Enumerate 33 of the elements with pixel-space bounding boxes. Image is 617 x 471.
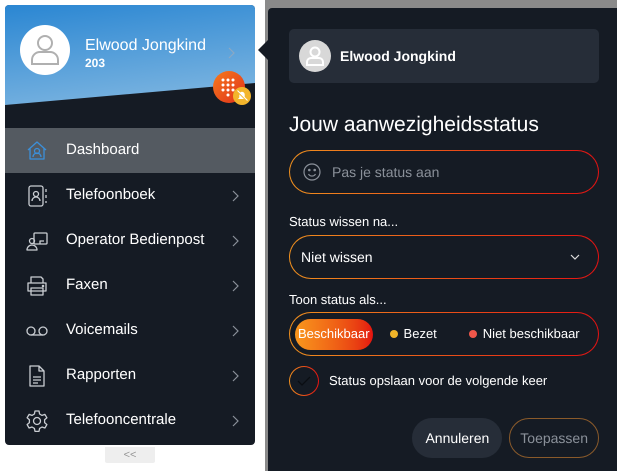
avatar-icon (299, 40, 331, 72)
chevron-icon (228, 47, 235, 59)
save-checkbox[interactable] (289, 366, 319, 396)
user-name: Elwood Jongkind (85, 36, 206, 56)
home-icon (25, 138, 49, 162)
nav-item[interactable]: Operator Bedienpost (5, 218, 255, 263)
printer-icon (25, 274, 49, 298)
user-name: Elwood Jongkind (340, 46, 456, 66)
status-option[interactable]: Bezet (380, 318, 446, 350)
clear-select[interactable]: Niet wissen (289, 235, 599, 279)
field-label: Status wissen na... (289, 214, 400, 230)
nav-item[interactable]: Voicemails (5, 308, 255, 353)
nav-label: Telefooncentrale (66, 410, 178, 430)
user-extension: 203 (85, 56, 106, 70)
nav-item[interactable]: Faxen (5, 263, 255, 308)
nav-item[interactable]: Dashboard (5, 128, 255, 173)
nav-label: Operator Bedienpost (66, 230, 206, 250)
chevron-down-icon (570, 254, 580, 260)
field-label: Toon status als... (289, 292, 388, 308)
status-option[interactable]: Niet beschikbaar (460, 318, 589, 350)
nav-label: Telefoonboek (66, 185, 156, 206)
nav-item[interactable]: Telefoonboek (5, 173, 255, 218)
nav-label: Voicemails (66, 320, 139, 340)
gear-icon (25, 408, 49, 432)
panel-title: Jouw aanwezigheidsstatus (289, 112, 540, 138)
checkbox-label: Status opslaan voor de volgende keer (329, 372, 548, 390)
nav-item[interactable]: Telefooncentrale (5, 398, 255, 443)
nav-label: Dashboard (66, 140, 140, 160)
nav-label: Faxen (66, 275, 109, 296)
cancel-button[interactable]: Annuleren (412, 418, 502, 458)
status-field[interactable]: Pas je status aan (289, 150, 599, 194)
nav-item[interactable]: Rapporten (5, 353, 255, 398)
nav-label: Rapporten (66, 365, 138, 386)
